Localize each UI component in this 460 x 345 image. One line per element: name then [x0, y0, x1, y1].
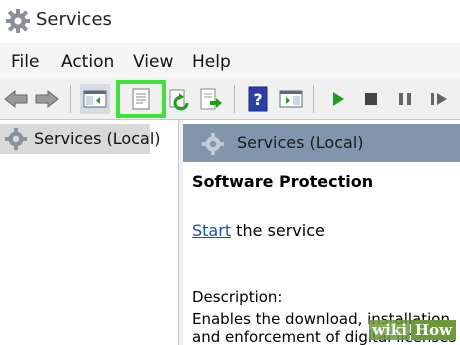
back-button[interactable] — [1, 84, 31, 114]
watermark-how: How — [410, 320, 456, 340]
gear-icon — [201, 132, 225, 156]
toolbar-separator — [70, 85, 71, 113]
resume-service-icon — [431, 93, 447, 105]
menu-bar: File Action View Help — [0, 43, 460, 79]
details-header-title: Services (Local) — [237, 133, 364, 152]
forward-arrow-icon — [35, 89, 59, 109]
refresh-icon — [169, 89, 189, 111]
menu-action[interactable]: Action — [61, 52, 114, 72]
start-service-button[interactable] — [323, 84, 353, 114]
service-name: Software Protection — [192, 172, 374, 191]
window-title: Services — [36, 9, 112, 30]
forward-button[interactable] — [32, 84, 62, 114]
start-service-suffix: the service — [231, 221, 325, 240]
tree-item-label: Services (Local) — [34, 129, 161, 148]
gear-icon — [6, 9, 30, 33]
svg-text:?: ? — [253, 90, 262, 109]
gear-icon — [4, 127, 28, 151]
title-bar: Services — [0, 0, 460, 43]
help-button[interactable]: ? — [243, 84, 273, 114]
console-tree: Services (Local) — [0, 120, 179, 345]
tree-item-services-local[interactable]: Services (Local) — [0, 124, 161, 154]
export-list-button[interactable] — [196, 84, 226, 114]
details-header: Services (Local) — [183, 124, 460, 162]
refresh-button[interactable] — [164, 84, 194, 114]
start-service-icon — [333, 92, 344, 106]
export-list-icon — [200, 88, 222, 110]
toolbar-separator — [234, 85, 235, 113]
help-icon: ? — [248, 86, 268, 112]
wikihow-watermark: wiki How — [369, 319, 456, 341]
menu-view[interactable]: View — [133, 52, 173, 72]
pause-service-button[interactable] — [390, 84, 420, 114]
properties-button[interactable] — [116, 80, 166, 118]
show-hide-console-tree-button[interactable] — [80, 84, 110, 114]
toolbar: ? — [0, 79, 460, 120]
stop-service-icon — [365, 93, 377, 105]
show-hide-console-tree-icon — [83, 90, 107, 108]
show-hide-action-pane-icon — [279, 90, 303, 108]
toolbar-separator — [313, 85, 314, 113]
menu-help[interactable]: Help — [192, 52, 231, 72]
resume-service-button[interactable] — [424, 84, 454, 114]
stop-service-button[interactable] — [356, 84, 386, 114]
back-arrow-icon — [4, 89, 28, 109]
start-service-link[interactable]: Start — [192, 221, 231, 240]
start-service-line: Start the service — [192, 221, 325, 240]
properties-icon — [132, 88, 150, 110]
show-hide-action-pane-button[interactable] — [276, 84, 306, 114]
details-pane: Services (Local) Software Protection Sta… — [183, 120, 460, 345]
description-label: Description: — [192, 288, 283, 306]
watermark-wiki: wiki — [369, 320, 410, 340]
pause-service-icon — [399, 93, 411, 105]
menu-file[interactable]: File — [11, 52, 39, 72]
